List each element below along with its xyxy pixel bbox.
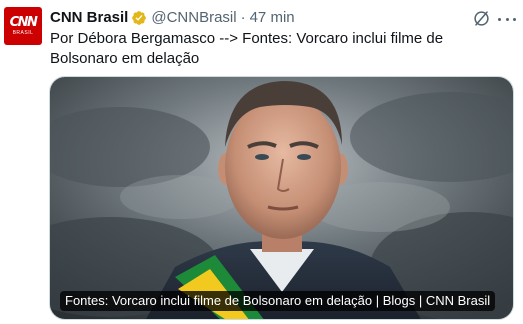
media-card[interactable]: Fontes: Vorcaro inclui filme de Bolsonar… xyxy=(49,76,514,320)
avatar[interactable]: CNN BRASIL xyxy=(4,7,42,45)
verified-badge-icon xyxy=(131,10,147,26)
tweet-text: Por Débora Bergamasco --> Fontes: Vorcar… xyxy=(50,30,444,67)
tweet-header: CNN Brasil @CNNBrasil · 47 min xyxy=(50,8,295,28)
more-dot xyxy=(505,17,509,21)
avatar-logo-subtext: BRASIL xyxy=(12,30,34,36)
author-handle[interactable]: @CNNBrasil xyxy=(151,8,236,28)
grok-icon[interactable] xyxy=(473,10,490,27)
tweet[interactable]: CNN BRASIL CNN Brasil @CNNBrasil · 47 mi… xyxy=(0,0,523,324)
media-image xyxy=(50,77,513,319)
avatar-logo-text: CNN xyxy=(9,15,38,30)
header-separator: · xyxy=(240,9,246,26)
more-dot xyxy=(498,17,501,21)
display-name[interactable]: CNN Brasil xyxy=(50,8,128,28)
tweet-timestamp[interactable]: 47 min xyxy=(250,8,295,28)
more-options-icon[interactable] xyxy=(498,12,516,26)
more-dot xyxy=(513,17,516,21)
media-caption: Fontes: Vorcaro inclui filme de Bolsonar… xyxy=(60,291,496,311)
